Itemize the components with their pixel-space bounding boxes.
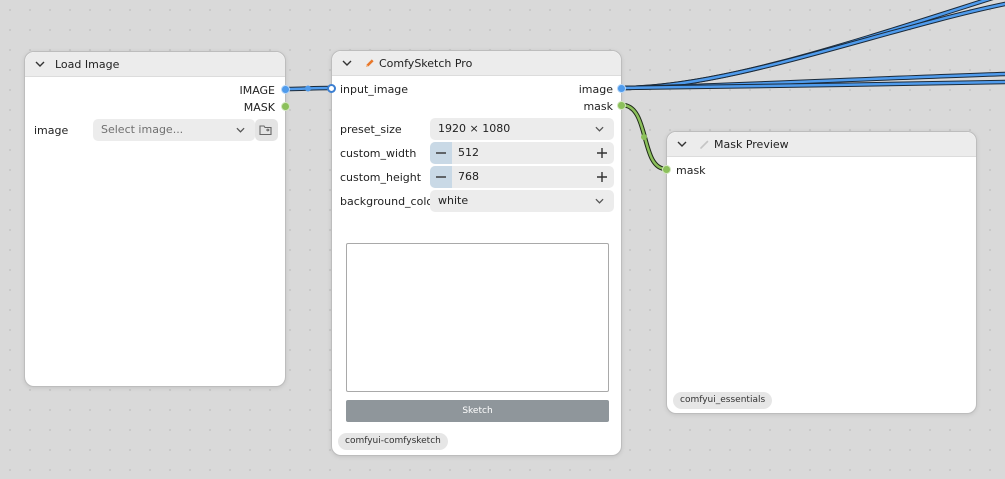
decrement-button[interactable] — [430, 166, 452, 188]
brush-icon — [700, 140, 709, 149]
load-image-node[interactable]: Load Image IMAGE MASK image Select image… — [24, 51, 290, 387]
chevron-down-icon — [595, 198, 604, 204]
source-badge: comfyui_essentials — [673, 392, 773, 409]
output-label-image: image — [578, 83, 613, 96]
chevron-down-icon[interactable] — [342, 58, 352, 68]
input-port-input-image[interactable] — [327, 84, 336, 93]
minus-icon — [436, 176, 446, 178]
plus-icon[interactable] — [596, 171, 608, 183]
folder-icon — [259, 125, 272, 136]
custom-height-value[interactable]: 768 — [458, 170, 479, 183]
background-color-label: background_color — [340, 195, 438, 208]
custom-width-value[interactable]: 512 — [458, 146, 479, 159]
input-port-mask[interactable] — [662, 165, 671, 174]
chevron-down-icon[interactable] — [677, 139, 687, 149]
browse-image-button[interactable] — [255, 119, 278, 141]
output-port-mask[interactable] — [617, 101, 626, 110]
chevron-down-icon — [236, 127, 245, 133]
node-title: ComfySketch Pro — [379, 57, 473, 70]
chevron-down-icon[interactable] — [35, 59, 45, 69]
output-port-image[interactable] — [281, 85, 290, 94]
custom-height-stepper[interactable]: 768 — [430, 166, 614, 188]
preset-size-label: preset_size — [340, 123, 402, 136]
preset-size-select[interactable]: 1920 × 1080 — [430, 118, 614, 140]
sketch-button[interactable]: Sketch — [346, 400, 609, 422]
wire-mask-to-preview — [619, 102, 669, 172]
pencil-icon — [366, 59, 374, 67]
custom-height-label: custom_height — [340, 171, 422, 184]
image-widget-label: image — [34, 124, 69, 137]
load-image-header[interactable]: Load Image — [25, 52, 285, 77]
output-label-image: IMAGE — [239, 84, 275, 97]
output-label-mask: MASK — [243, 101, 275, 114]
mask-preview-node[interactable]: Mask Preview mask comfyui_essentials — [662, 131, 977, 414]
wire-image-out-1 — [619, 0, 994, 91]
plus-icon[interactable] — [596, 147, 608, 159]
wire-image-out-3 — [619, 71, 1005, 91]
wire-image-out-4 — [619, 79, 1005, 91]
image-select[interactable]: Select image... — [93, 119, 255, 141]
node-title: Mask Preview — [714, 138, 789, 151]
chevron-down-icon — [595, 126, 604, 132]
output-port-mask[interactable] — [281, 102, 290, 111]
input-label-input-image: input_image — [340, 83, 409, 96]
output-port-image[interactable] — [617, 84, 626, 93]
custom-width-label: custom_width — [340, 147, 417, 160]
sketch-canvas[interactable] — [346, 243, 609, 392]
wire-image-to-sketch — [283, 85, 334, 92]
comfysketch-header[interactable]: ComfySketch Pro — [332, 51, 621, 76]
output-label-mask: mask — [583, 100, 613, 113]
decrement-button[interactable] — [430, 142, 452, 164]
custom-width-stepper[interactable]: 512 — [430, 142, 614, 164]
source-badge: comfyui-comfysketch — [338, 433, 448, 450]
node-title: Load Image — [55, 58, 120, 71]
input-label-mask: mask — [676, 164, 706, 177]
wire-image-out-2 — [619, 1, 1005, 91]
minus-icon — [436, 152, 446, 154]
comfysketch-pro-node[interactable]: ComfySketch Pro input_image image mask p… — [327, 50, 626, 456]
mask-preview-header[interactable]: Mask Preview — [667, 132, 976, 157]
background-color-select[interactable]: white — [430, 190, 614, 212]
